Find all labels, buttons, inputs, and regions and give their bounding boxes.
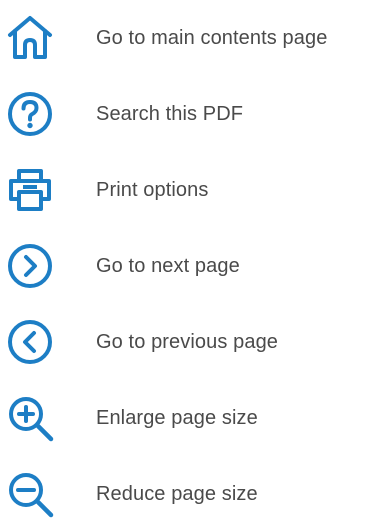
legend-label-search: Search this PDF: [96, 103, 244, 125]
home-icon: [6, 14, 54, 62]
zoom-in-icon: [6, 394, 54, 442]
legend-item-next-page: Go to next page: [0, 236, 382, 296]
legend-label-reduce: Reduce page size: [96, 483, 258, 505]
legend-label-print: Print options: [96, 179, 209, 201]
navigation-legend: Go to main contents page Search this PDF…: [0, 0, 382, 532]
legend-label-previous-page: Go to previous page: [96, 331, 279, 353]
legend-item-print: Print options: [0, 160, 382, 220]
chevron-right-circle-icon: [6, 242, 54, 290]
legend-item-enlarge: Enlarge page size: [0, 388, 382, 448]
legend-item-previous-page: Go to previous page: [0, 312, 382, 372]
printer-icon: [6, 166, 54, 214]
legend-item-home: Go to main contents page: [0, 8, 382, 68]
legend-label-home: Go to main contents page: [96, 27, 328, 49]
zoom-out-icon: [6, 470, 54, 518]
legend-label-enlarge: Enlarge page size: [96, 407, 258, 429]
legend-item-search: Search this PDF: [0, 84, 382, 144]
help-icon: [6, 90, 54, 138]
legend-label-next-page: Go to next page: [96, 255, 240, 277]
legend-item-reduce: Reduce page size: [0, 464, 382, 524]
chevron-left-circle-icon: [6, 318, 54, 366]
